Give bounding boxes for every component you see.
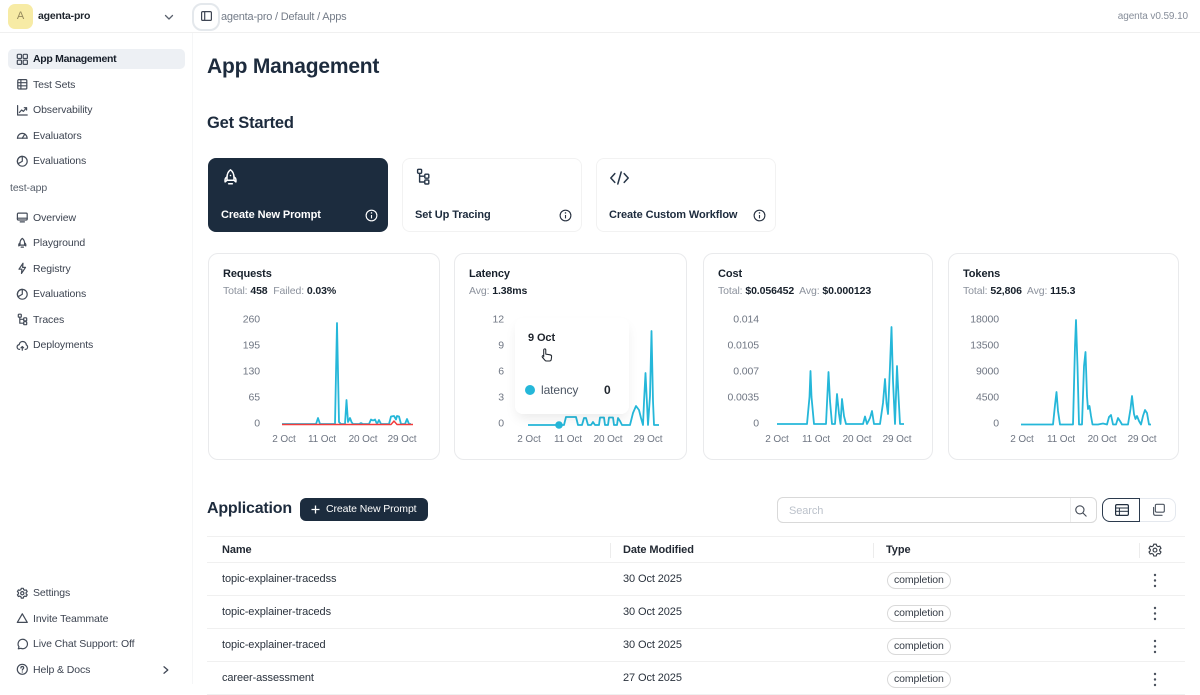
svg-text:11 Oct: 11 Oct — [308, 434, 336, 445]
svg-text:2 Oct: 2 Oct — [1010, 434, 1034, 445]
svg-text:29 Oct: 29 Oct — [634, 434, 663, 445]
svg-text:18000: 18000 — [970, 314, 999, 326]
svg-text:2 Oct: 2 Oct — [517, 434, 541, 445]
svg-text:4500: 4500 — [976, 392, 999, 404]
svg-text:0.007: 0.007 — [733, 366, 759, 378]
svg-text:0: 0 — [254, 418, 260, 430]
svg-text:130: 130 — [243, 366, 260, 378]
svg-text:0: 0 — [753, 418, 759, 430]
svg-text:0.014: 0.014 — [733, 314, 759, 326]
svg-text:6: 6 — [498, 366, 504, 378]
svg-text:0: 0 — [993, 418, 999, 430]
svg-text:9000: 9000 — [976, 366, 999, 378]
svg-text:0.0035: 0.0035 — [727, 392, 759, 404]
svg-text:29 Oct: 29 Oct — [388, 434, 417, 445]
svg-text:29 Oct: 29 Oct — [883, 434, 912, 445]
svg-text:2 Oct: 2 Oct — [765, 434, 789, 445]
svg-text:13500: 13500 — [970, 340, 999, 352]
svg-text:29 Oct: 29 Oct — [1128, 434, 1157, 445]
svg-text:260: 260 — [243, 314, 260, 326]
svg-text:12: 12 — [493, 314, 505, 326]
svg-text:9: 9 — [498, 340, 504, 352]
svg-text:20 Oct: 20 Oct — [594, 434, 623, 445]
svg-text:0.0105: 0.0105 — [727, 340, 759, 352]
svg-text:65: 65 — [249, 392, 261, 404]
svg-text:2 Oct: 2 Oct — [272, 434, 296, 445]
svg-text:20 Oct: 20 Oct — [349, 434, 378, 445]
svg-text:11 Oct: 11 Oct — [802, 434, 830, 445]
svg-text:20 Oct: 20 Oct — [1088, 434, 1117, 445]
svg-text:11 Oct: 11 Oct — [554, 434, 582, 445]
svg-text:11 Oct: 11 Oct — [1047, 434, 1075, 445]
svg-text:195: 195 — [243, 340, 260, 352]
svg-text:3: 3 — [498, 392, 504, 404]
svg-text:0: 0 — [498, 418, 504, 430]
svg-text:20 Oct: 20 Oct — [843, 434, 872, 445]
